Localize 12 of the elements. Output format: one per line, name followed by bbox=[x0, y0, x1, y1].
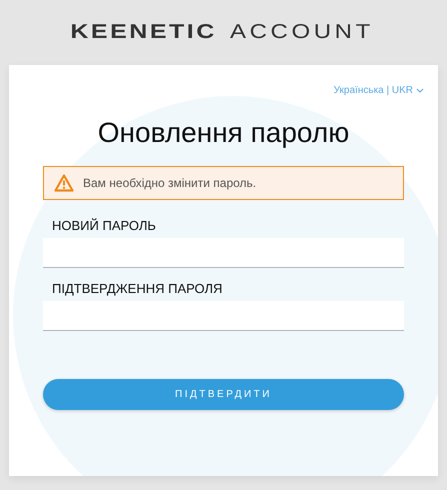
submit-button[interactable]: ПІДТВЕРДИТИ bbox=[43, 379, 404, 410]
language-selector[interactable]: Українська | UKR bbox=[334, 85, 424, 96]
product-name: ACCOUNT bbox=[230, 21, 374, 44]
field-label: ПІДТВЕРДЖЕННЯ ПАРОЛЯ bbox=[51, 280, 224, 298]
field-label: НОВИЙ ПАРОЛЬ bbox=[51, 217, 157, 235]
password-field[interactable] bbox=[43, 238, 404, 268]
password-field[interactable] bbox=[43, 301, 404, 331]
chevron-down-icon bbox=[416, 88, 424, 93]
warning-icon bbox=[54, 174, 74, 192]
alert-message: Вам необхідно змінити пароль. bbox=[83, 176, 256, 190]
brand-logo: KEENETIC bbox=[70, 21, 217, 44]
page-title: Оновлення паролю bbox=[96, 116, 350, 150]
